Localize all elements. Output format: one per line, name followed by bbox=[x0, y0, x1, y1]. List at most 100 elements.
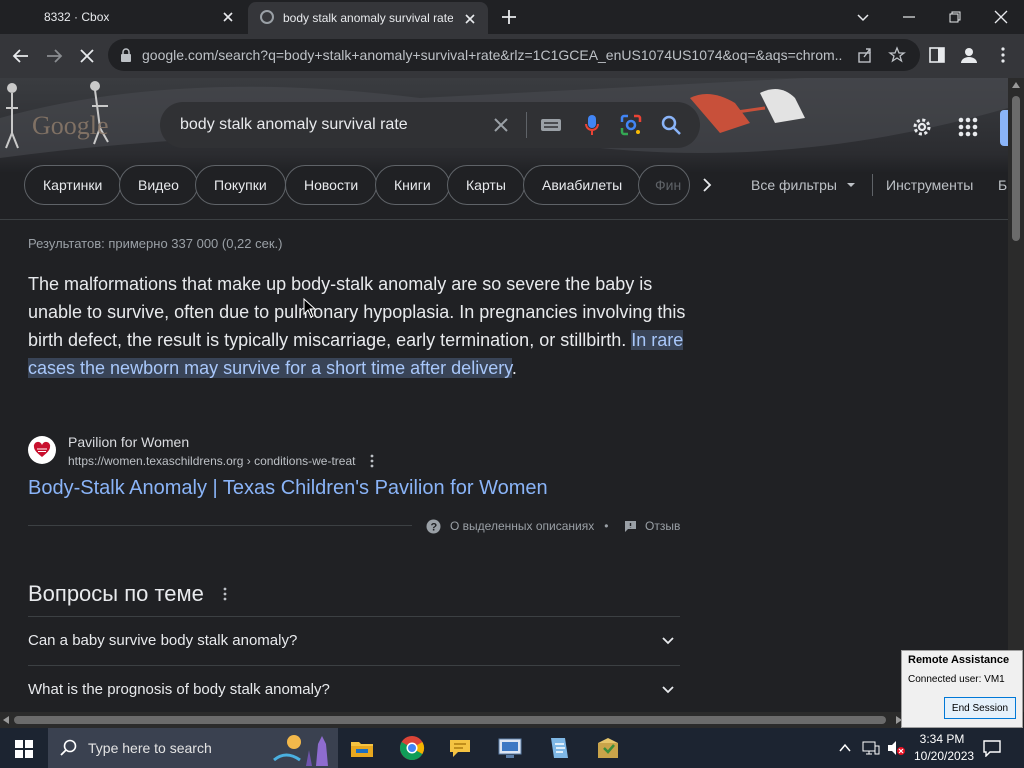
volume-muted-icon[interactable] bbox=[886, 740, 906, 756]
stop-loading-icon[interactable] bbox=[76, 45, 98, 67]
chip-shopping[interactable]: Покупки bbox=[195, 165, 286, 205]
url-text: google.com/search?q=body+stalk+anomaly+s… bbox=[142, 47, 842, 63]
tab-search[interactable]: body stalk anomaly survival rate bbox=[248, 2, 488, 34]
bookmark-star-icon[interactable] bbox=[888, 46, 906, 64]
search-query[interactable]: body stalk anomaly survival rate bbox=[180, 116, 408, 134]
close-window-icon[interactable] bbox=[990, 6, 1012, 28]
globe-icon bbox=[260, 10, 274, 24]
result-stats: Результатов: примерно 337 000 (0,22 сек.… bbox=[28, 236, 283, 251]
featured-snippet-text: The malformations that make up body-stal… bbox=[28, 270, 688, 382]
end-session-button[interactable]: End Session bbox=[944, 697, 1016, 719]
remote-assistance-panel: Remote Assistance Connected user: VM1 En… bbox=[901, 650, 1023, 728]
chevron-up-icon[interactable] bbox=[838, 742, 852, 754]
feedback-icon[interactable] bbox=[624, 520, 637, 533]
dropdown-arrow-icon[interactable] bbox=[845, 181, 857, 189]
site-favicon[interactable] bbox=[28, 436, 56, 464]
side-panel-icon[interactable] bbox=[928, 46, 946, 64]
minimize-icon[interactable] bbox=[898, 6, 920, 28]
chip-maps[interactable]: Карты bbox=[447, 165, 525, 205]
chat-bubble-icon[interactable] bbox=[446, 734, 474, 762]
lens-camera-icon[interactable] bbox=[620, 114, 642, 136]
feedback-link[interactable]: Отзыв bbox=[645, 519, 680, 533]
source-url[interactable]: https://women.texaschildrens.org › condi… bbox=[68, 454, 355, 468]
paa-question: What is the prognosis of body stalk anom… bbox=[28, 681, 330, 698]
share-icon[interactable] bbox=[856, 46, 874, 64]
chip-finance[interactable]: Фин bbox=[638, 165, 690, 205]
microphone-icon[interactable] bbox=[584, 114, 600, 136]
result-title-link[interactable]: Body-Stalk Anomaly | Texas Children's Pa… bbox=[28, 477, 548, 500]
chip-news[interactable]: Новости bbox=[285, 165, 378, 205]
filter-divider bbox=[0, 219, 1008, 220]
chip-images[interactable]: Картинки bbox=[24, 165, 122, 205]
notification-icon[interactable] bbox=[982, 739, 1002, 757]
paa-question-row[interactable]: Can a baby survive body stalk anomaly? bbox=[28, 616, 680, 665]
chip-videos[interactable]: Видео bbox=[119, 165, 198, 205]
file-explorer-icon[interactable] bbox=[348, 734, 376, 762]
chevron-down-icon[interactable] bbox=[660, 633, 676, 649]
horizontal-scroll-thumb[interactable] bbox=[14, 716, 886, 724]
about-snippets-link[interactable]: О выделенных описаниях • bbox=[450, 519, 616, 533]
vertical-scroll-thumb[interactable] bbox=[1012, 96, 1020, 241]
taskbar-clock[interactable]: 3:34 PM 10/20/2023 bbox=[914, 731, 975, 765]
all-filters-button[interactable]: Все фильтры bbox=[751, 177, 837, 193]
chevron-down-icon[interactable] bbox=[660, 682, 676, 698]
paa-question-row[interactable]: What is the prognosis of body stalk anom… bbox=[28, 665, 680, 712]
settings-gear-icon[interactable] bbox=[910, 115, 934, 139]
new-tab-icon[interactable] bbox=[500, 8, 518, 26]
scroll-left-icon[interactable] bbox=[3, 716, 9, 724]
back-icon[interactable] bbox=[10, 45, 32, 67]
windows-taskbar: Type here to search 3:34 PM 10/20/2023 bbox=[0, 728, 1024, 768]
remote-assistance-title: Remote Assistance bbox=[908, 654, 1010, 666]
windows-start-icon[interactable] bbox=[15, 740, 33, 758]
close-icon[interactable] bbox=[462, 11, 478, 27]
scroll-up-icon[interactable] bbox=[1012, 82, 1020, 88]
chip-books[interactable]: Книги bbox=[375, 165, 450, 205]
snippet-divider bbox=[28, 525, 412, 526]
vertical-scrollbar[interactable] bbox=[1008, 78, 1024, 712]
browser-toolbar: google.com/search?q=body+stalk+anomaly+s… bbox=[0, 34, 1024, 78]
chevron-right-icon[interactable] bbox=[699, 177, 715, 193]
taskbar-search-box[interactable]: Type here to search bbox=[48, 728, 338, 768]
google-logo[interactable]: Google bbox=[32, 108, 108, 142]
restore-icon[interactable] bbox=[944, 6, 966, 28]
people-also-ask-title: Вопросы по теме bbox=[28, 581, 204, 606]
horizontal-scrollbar[interactable] bbox=[0, 712, 1008, 728]
chevron-down-icon[interactable] bbox=[852, 6, 874, 28]
package-icon[interactable] bbox=[594, 734, 622, 762]
searchbox-divider bbox=[526, 112, 527, 138]
tools-button[interactable]: Инструменты bbox=[886, 177, 973, 193]
clock-date: 10/20/2023 bbox=[914, 749, 975, 763]
lock-icon[interactable] bbox=[120, 48, 132, 62]
more-options-icon[interactable] bbox=[218, 586, 232, 602]
notepad-icon[interactable] bbox=[544, 734, 572, 762]
pavilion-logo-icon bbox=[33, 441, 51, 457]
sign-in-button[interactable] bbox=[1000, 110, 1008, 146]
cut-off-filter-button[interactable]: Б bbox=[998, 177, 1007, 193]
connected-user-label: Connected user: VM1 bbox=[908, 674, 1005, 685]
snippet-plain: The malformations that make up body-stal… bbox=[28, 274, 686, 350]
apps-grid-icon[interactable] bbox=[957, 116, 979, 138]
search-icon[interactable] bbox=[660, 114, 682, 136]
chip-flights[interactable]: Авиабилеты bbox=[523, 165, 642, 205]
profile-icon[interactable] bbox=[960, 46, 978, 64]
close-icon[interactable] bbox=[220, 9, 236, 25]
separator-dot: • bbox=[604, 519, 609, 533]
search-icon bbox=[60, 739, 77, 756]
source-site-name[interactable]: Pavilion for Women bbox=[68, 434, 189, 450]
menu-dots-icon[interactable] bbox=[994, 46, 1012, 64]
paa-question: Can a baby survive body stalk anomaly? bbox=[28, 632, 298, 649]
network-icon[interactable] bbox=[862, 740, 880, 756]
tab-title: body stalk anomaly survival rate bbox=[283, 11, 453, 25]
keyboard-icon[interactable] bbox=[540, 116, 562, 134]
forward-icon[interactable] bbox=[43, 45, 65, 67]
tools-divider bbox=[872, 174, 873, 196]
address-bar[interactable]: google.com/search?q=body+stalk+anomaly+s… bbox=[108, 39, 920, 71]
search-box[interactable]: body stalk anomaly survival rate bbox=[160, 102, 700, 148]
chrome-icon[interactable] bbox=[398, 734, 426, 762]
more-options-icon[interactable] bbox=[365, 453, 379, 469]
help-circle-icon[interactable]: ? bbox=[426, 519, 441, 534]
snippet-end: . bbox=[511, 358, 517, 378]
clear-icon[interactable] bbox=[492, 116, 510, 134]
tab-cbox[interactable]: 8332 · Cbox bbox=[0, 0, 246, 34]
remote-desktop-icon[interactable] bbox=[496, 734, 524, 762]
